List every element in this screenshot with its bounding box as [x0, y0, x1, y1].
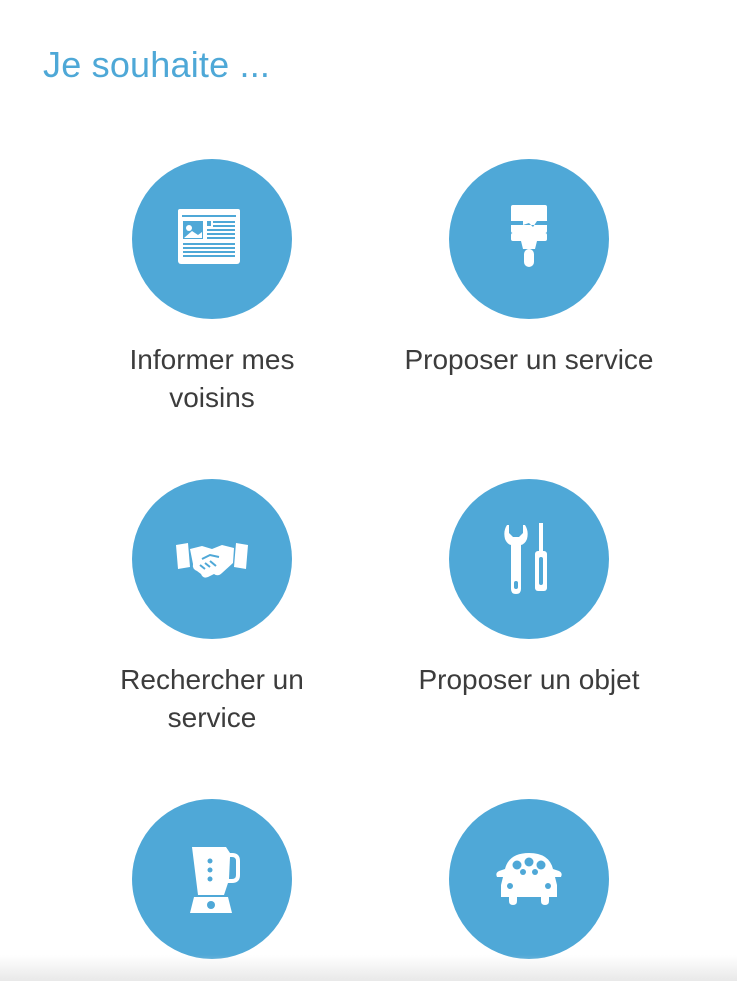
action-proposer-objet[interactable]: Proposer un objet: [399, 479, 659, 699]
action-car[interactable]: [399, 799, 659, 981]
blender-icon: [190, 847, 240, 913]
action-circle[interactable]: [132, 799, 292, 959]
action-rechercher-service[interactable]: Rechercher un service: [82, 479, 342, 737]
paint-brush-icon: [511, 205, 547, 267]
action-label: Informer mes voisins: [129, 344, 295, 413]
action-circle[interactable]: [449, 479, 609, 639]
action-proposer-service[interactable]: Proposer un service: [399, 159, 659, 379]
action-grid: Informer mes voisins Proposer un service: [0, 0, 737, 981]
action-informer-voisins[interactable]: Informer mes voisins: [82, 159, 342, 417]
handshake-icon: [176, 543, 248, 578]
action-blender[interactable]: [82, 799, 342, 981]
tools-icon: [504, 523, 547, 594]
newspaper-icon: [178, 209, 240, 264]
action-label: Proposer un objet: [418, 664, 640, 695]
action-circle[interactable]: [132, 159, 292, 319]
action-circle[interactable]: [449, 159, 609, 319]
action-circle[interactable]: [449, 799, 609, 959]
action-circle[interactable]: [132, 479, 292, 639]
action-label: Proposer un service: [404, 344, 654, 375]
action-label: Rechercher un service: [120, 664, 304, 733]
car-icon: [496, 853, 562, 905]
